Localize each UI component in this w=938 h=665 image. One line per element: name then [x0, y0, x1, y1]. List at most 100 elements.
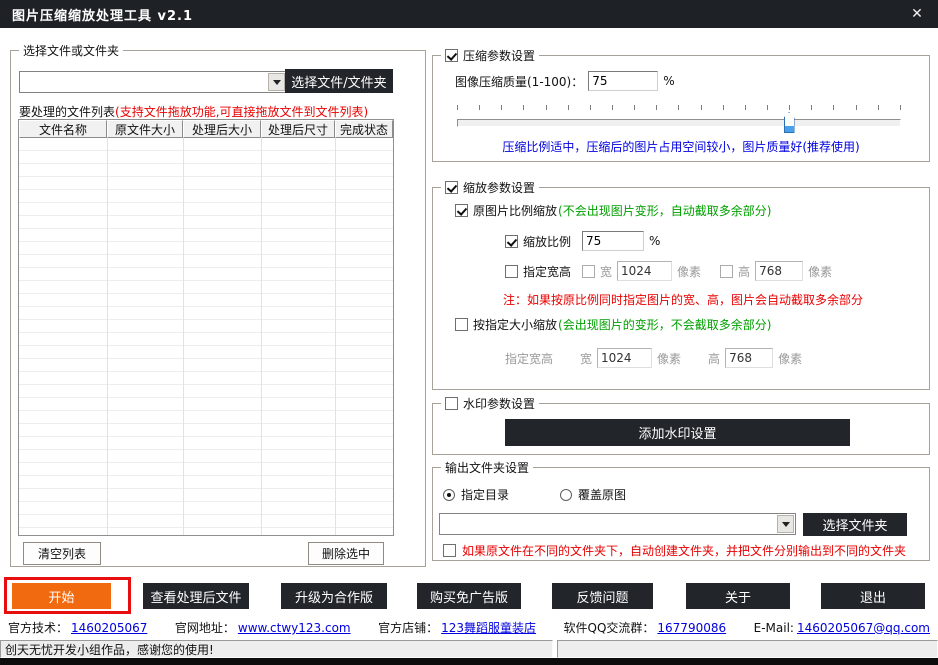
- fixed-height-label: 高: [708, 351, 721, 366]
- size-height-checkbox[interactable]: [720, 264, 734, 278]
- footer-link-shop[interactable]: 123舞蹈服童装店: [441, 621, 536, 635]
- add-watermark-button[interactable]: 添加水印设置: [505, 419, 850, 446]
- fixed-scale-hint: (会出现图片的变形，不会截取多余部分): [558, 318, 772, 332]
- ratio-input[interactable]: [582, 231, 645, 251]
- output-group: 输出文件夹设置 指定目录 覆盖原图 选择文件夹 如果原文件在不同的文件夹下，自动…: [432, 459, 930, 561]
- file-table-header: 文件名称 原文件大小 处理后大小 处理后尺寸 完成状态: [19, 120, 393, 138]
- footer-item: 官方店铺： 123舞蹈服童装店: [378, 619, 536, 636]
- column-header-newsize[interactable]: 处理后大小: [183, 120, 261, 138]
- output-folder-combobox[interactable]: [439, 513, 796, 535]
- output-dir-label: 指定目录: [461, 488, 510, 502]
- file-select-group: 选择文件或文件夹 选择文件/文件夹 要处理的文件列表 (支持文件拖放功能,可直接…: [10, 42, 426, 567]
- ratio-percent-sign: %: [649, 234, 661, 248]
- clear-list-button[interactable]: 清空列表: [23, 542, 101, 565]
- close-icon[interactable]: ✕: [896, 6, 938, 22]
- status-bar: 创天无忧开发小组作品，感谢您的使用!: [0, 640, 938, 658]
- size-checkbox[interactable]: [505, 264, 518, 278]
- size-width-input[interactable]: [617, 261, 673, 281]
- ratio-label: 缩放比例: [523, 234, 572, 249]
- auto-create-folder-checkbox[interactable]: [443, 544, 456, 557]
- footer-label: E-Mail:: [753, 620, 794, 635]
- upgrade-button[interactable]: 升级为合作版: [281, 583, 387, 609]
- column-header-origsize[interactable]: 原文件大小: [107, 120, 183, 138]
- slider-tickmarks: [457, 105, 901, 110]
- path-combobox[interactable]: [19, 71, 287, 93]
- output-group-label: 输出文件夹设置: [445, 461, 530, 475]
- fixed-width-input[interactable]: [597, 348, 653, 368]
- file-list-label: 要处理的文件列表: [19, 105, 116, 119]
- scale-group: 缩放参数设置 原图片比例缩放 (不会出现图片变形，自动截取多余部分) 缩放比例 …: [432, 179, 930, 390]
- output-overwrite-radio[interactable]: [560, 488, 573, 501]
- quality-label: 图像压缩质量(1-100)：: [455, 74, 584, 89]
- file-table-body[interactable]: [19, 138, 393, 535]
- app-window: 图片压缩缩放处理工具 v2.1 ✕ 选择文件或文件夹 选择文件/文件夹 要处理的…: [0, 0, 938, 665]
- footer-label: 官网地址：: [174, 621, 235, 635]
- footer-link-email[interactable]: 1460205067@qq.com: [797, 621, 930, 635]
- quality-input[interactable]: [588, 71, 659, 91]
- footer-item: 官网地址： www.ctwy123.com: [175, 619, 351, 636]
- footer-link-website[interactable]: www.ctwy123.com: [238, 621, 351, 635]
- footer-item: 官方技术： 1460205067: [8, 619, 147, 636]
- file-list-hint: (支持文件拖放功能,可直接拖放文件到文件列表): [115, 105, 369, 119]
- footer-label: 软件QQ交流群：: [563, 621, 655, 635]
- feedback-button[interactable]: 反馈问题: [552, 583, 653, 609]
- scale-group-label: 缩放参数设置: [463, 181, 536, 195]
- fixed-scale-label: 按指定大小缩放: [473, 318, 558, 332]
- compress-enable-checkbox[interactable]: [445, 49, 458, 62]
- column-header-status[interactable]: 完成状态: [335, 120, 393, 138]
- status-message: 创天无忧开发小组作品，感谢您的使用!: [5, 642, 214, 657]
- quality-slider-thumb[interactable]: [783, 112, 795, 133]
- about-button[interactable]: 关于: [686, 583, 790, 609]
- window-title: 图片压缩缩放处理工具 v2.1: [12, 8, 194, 24]
- window-bottom-edge: [0, 658, 938, 665]
- file-list-table[interactable]: 文件名称 原文件大小 处理后大小 处理后尺寸 完成状态: [18, 119, 394, 536]
- combo-dropdown-icon[interactable]: [777, 515, 794, 533]
- scale-note: 注：如果按原比例同时指定图片的宽、高，图片会自动截取多余部分: [503, 293, 864, 307]
- fixed-height-input[interactable]: [725, 348, 774, 368]
- footer-item: E-Mail: 1460205067@qq.com: [754, 621, 930, 635]
- size-label: 指定宽高: [523, 264, 572, 279]
- start-button[interactable]: 开始: [12, 583, 111, 609]
- column-header-filename[interactable]: 文件名称: [19, 120, 107, 138]
- quality-percent-sign: %: [663, 74, 675, 88]
- quality-hint: 压缩比例适中，压缩后的图片占用空间较小，图片质量好(推荐使用): [502, 140, 860, 154]
- select-file-button[interactable]: 选择文件/文件夹: [285, 69, 393, 93]
- watermark-enable-checkbox[interactable]: [445, 397, 458, 410]
- footer-label: 官方店铺：: [378, 621, 439, 635]
- buy-noad-button[interactable]: 购买免广告版: [417, 583, 521, 609]
- footer-links: 官方技术： 1460205067 官网地址： www.ctwy123.com 官方店…: [0, 617, 938, 638]
- fixed-width-px: 像素: [657, 351, 682, 366]
- size-width-checkbox[interactable]: [582, 264, 596, 278]
- watermark-group: 水印参数设置 添加水印设置: [432, 395, 930, 455]
- keep-ratio-hint: (不会出现图片变形，自动截取多余部分): [558, 204, 772, 218]
- column-header-newdim[interactable]: 处理后尺寸: [261, 120, 335, 138]
- footer-label: 官方技术：: [8, 621, 69, 635]
- footer-link-qqgroup[interactable]: 167790086: [657, 621, 726, 635]
- size-height-label: 高: [738, 264, 751, 279]
- footer-link-qq[interactable]: 1460205067: [71, 621, 147, 635]
- size-height-px: 像素: [808, 264, 833, 279]
- compress-group: 压缩参数设置 图像压缩质量(1-100)： % 压缩比例适中，压缩后的图片占用空…: [432, 47, 930, 162]
- file-group-label: 选择文件或文件夹: [23, 44, 120, 58]
- delete-selected-button[interactable]: 删除选中: [308, 542, 384, 565]
- fixed-size-label: 指定宽高: [505, 351, 554, 366]
- fixed-scale-checkbox[interactable]: [455, 318, 468, 331]
- quality-slider[interactable]: [457, 112, 901, 133]
- ratio-checkbox[interactable]: [505, 234, 518, 248]
- combo-dropdown-icon[interactable]: [268, 73, 285, 91]
- output-dir-radio[interactable]: [443, 488, 455, 501]
- size-height-input[interactable]: [755, 261, 804, 281]
- fixed-height-px: 像素: [778, 351, 803, 366]
- size-width-label: 宽: [600, 264, 613, 279]
- scale-enable-checkbox[interactable]: [445, 181, 458, 194]
- footer-item: 软件QQ交流群： 167790086: [564, 619, 727, 636]
- status-panel-empty: [557, 640, 938, 658]
- title-bar: 图片压缩缩放处理工具 v2.1 ✕: [0, 0, 938, 28]
- view-files-button[interactable]: 查看处理后文件: [143, 583, 249, 609]
- exit-button[interactable]: 退出: [821, 583, 925, 609]
- select-folder-button[interactable]: 选择文件夹: [803, 513, 907, 536]
- keep-ratio-checkbox[interactable]: [455, 204, 468, 217]
- watermark-group-label: 水印参数设置: [463, 397, 536, 411]
- output-overwrite-label: 覆盖原图: [578, 488, 627, 502]
- fixed-width-label: 宽: [580, 351, 593, 366]
